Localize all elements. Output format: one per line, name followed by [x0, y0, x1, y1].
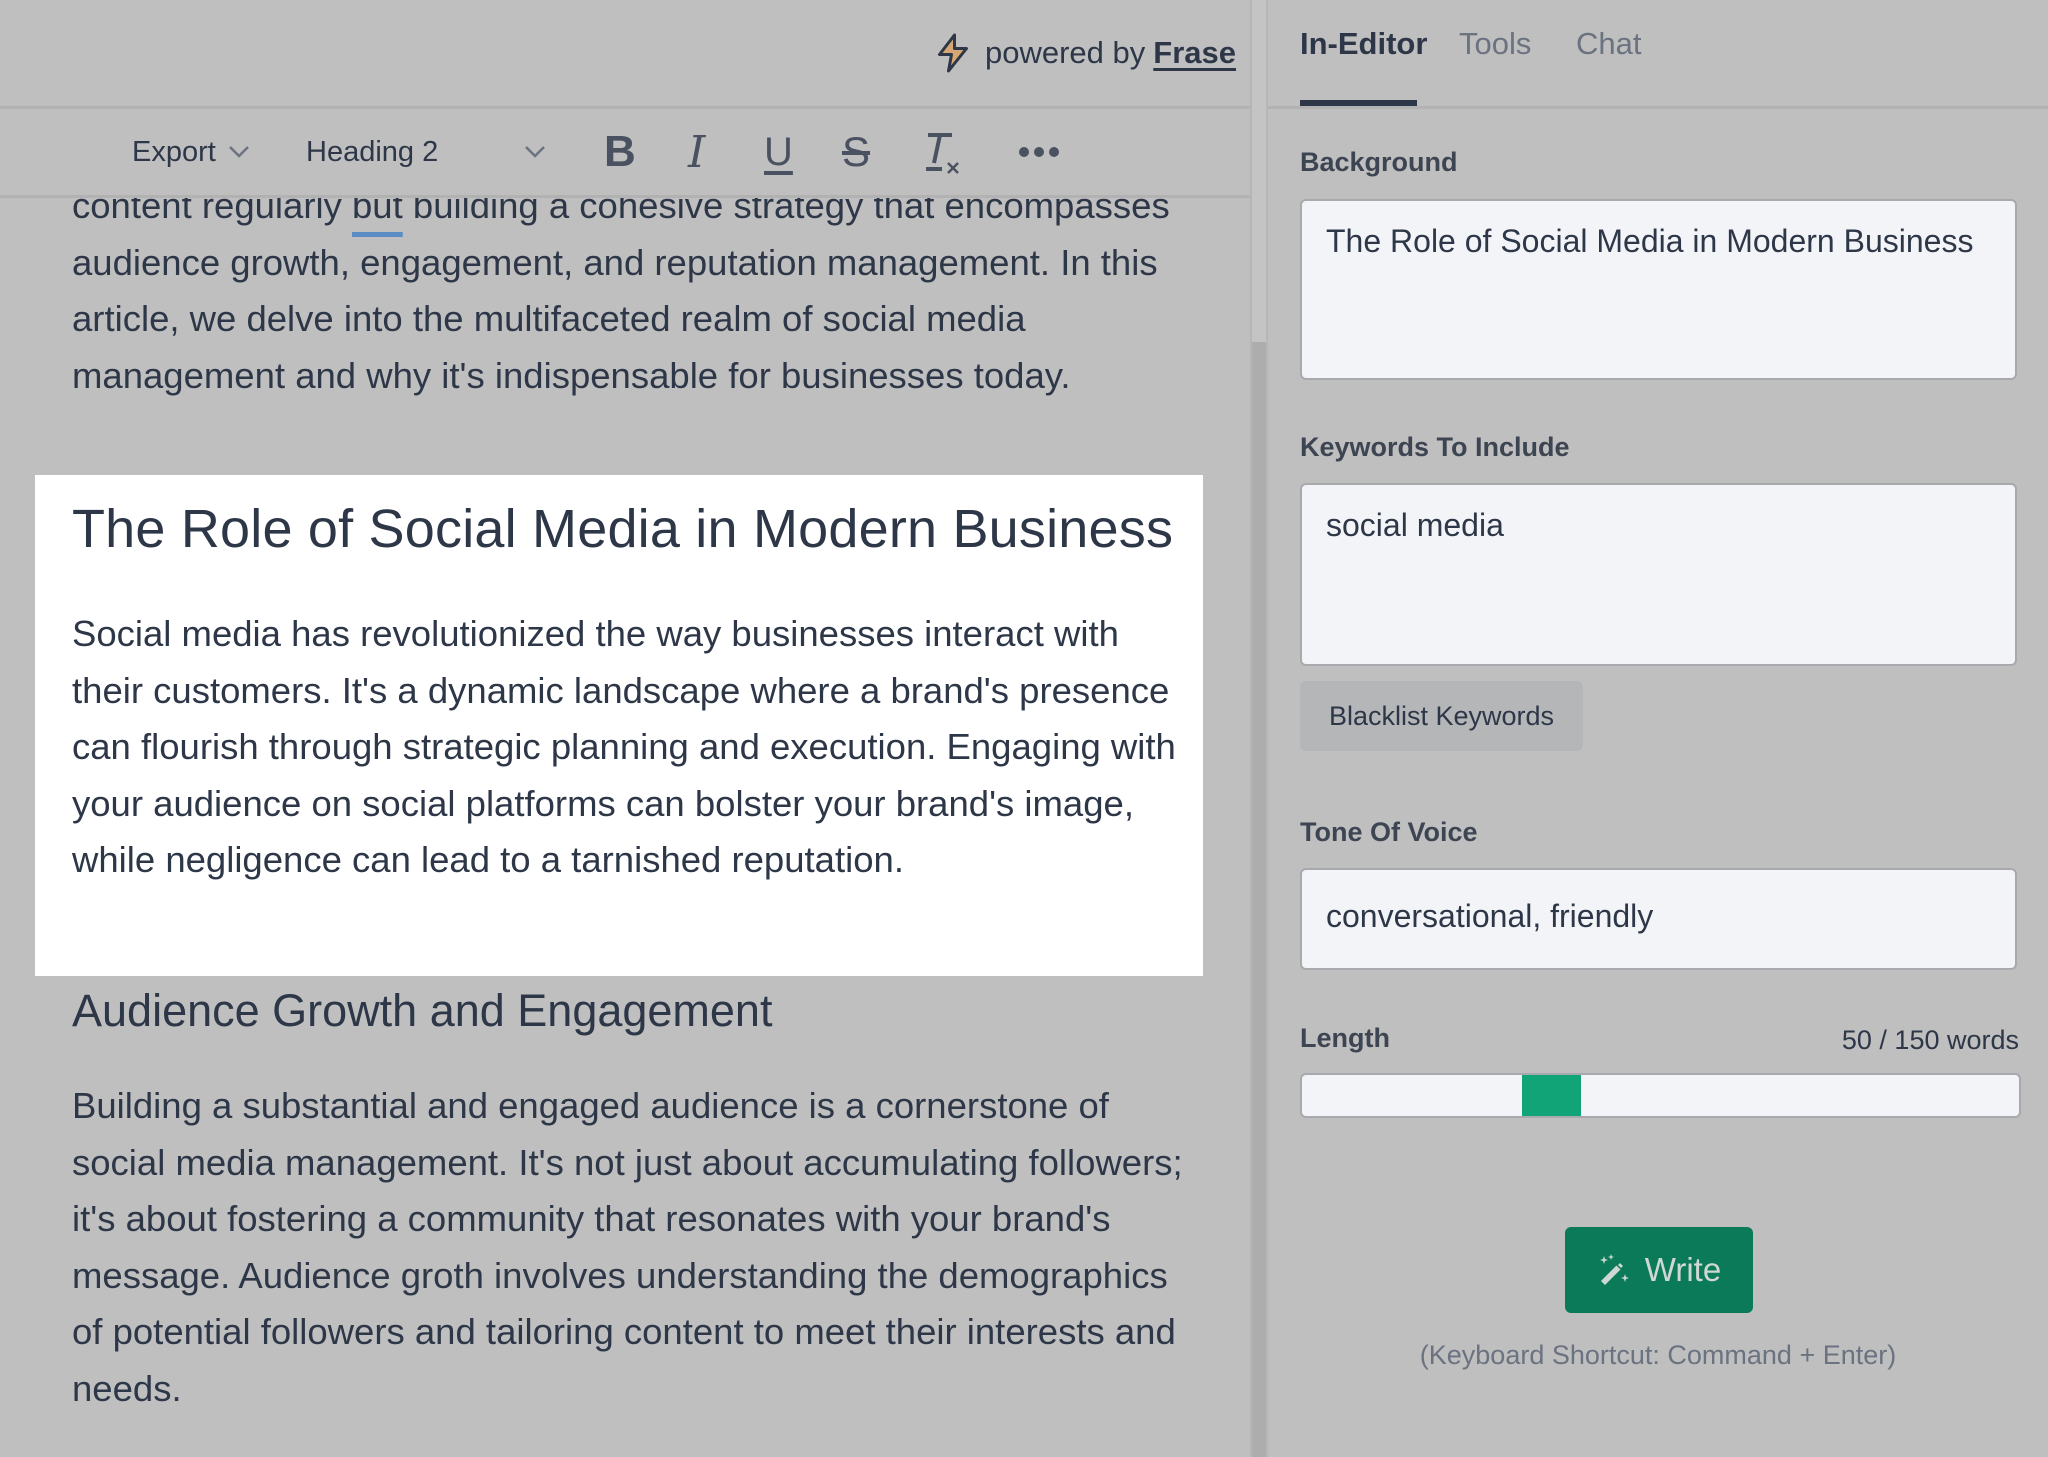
keyboard-shortcut-hint: (Keyboard Shortcut: Command + Enter) — [1419, 1340, 1897, 1370]
frase-link[interactable]: Frase — [1153, 35, 1236, 71]
bold-button[interactable]: B — [604, 109, 636, 195]
length-value: 50 / 150 words — [1841, 1025, 2019, 1055]
editor-scrollbar[interactable] — [1250, 0, 1268, 1457]
editor-header: powered by Frase — [0, 0, 1250, 109]
underline-button[interactable]: U — [764, 109, 793, 195]
section-paragraph-role-of-social-media[interactable]: Social media has revolutionized the way … — [72, 606, 1192, 889]
powered-by-frase: powered by Frase — [935, 30, 1236, 76]
strikethrough-icon: S — [842, 128, 871, 175]
more-dots-icon — [1019, 147, 1059, 157]
keywords-textarea[interactable]: social media — [1300, 483, 2017, 666]
strikethrough-button[interactable]: S — [842, 109, 870, 195]
tab-tools[interactable]: Tools — [1459, 26, 1531, 62]
section-heading-audience-growth[interactable]: Audience Growth and Engagement — [72, 985, 772, 1037]
intro-paragraph[interactable]: content regularly but building a cohesiv… — [72, 178, 1192, 404]
clear-formatting-icon — [926, 133, 959, 174]
tab-chat[interactable]: Chat — [1576, 26, 1641, 62]
tab-in-editor[interactable]: In-Editor — [1300, 26, 1427, 62]
section-heading-role-of-social-media[interactable]: The Role of Social Media in Modern Busin… — [72, 498, 1173, 560]
export-label: Export — [132, 135, 216, 168]
underline-icon: U — [764, 129, 793, 174]
background-textarea[interactable]: The Role of Social Media in Modern Busin… — [1300, 199, 2017, 380]
export-dropdown[interactable]: Export — [132, 109, 250, 195]
panel-tabs: In-Editor Tools Chat — [1268, 0, 2048, 109]
more-options-button[interactable] — [1018, 109, 1060, 195]
background-label: Background — [1300, 147, 1458, 177]
block-format-dropdown[interactable]: Heading 2 — [306, 109, 546, 195]
section-paragraph-audience-growth[interactable]: Building a substantial and engaged audie… — [72, 1078, 1192, 1418]
length-label: Length — [1300, 1023, 1390, 1053]
powered-by-text: powered by — [984, 35, 1146, 70]
active-tab-indicator — [1300, 100, 1417, 106]
editor-toolbar: Export Heading 2 B I U S — [0, 109, 1250, 198]
ai-writer-panel: In-Editor Tools Chat Background The Role… — [1268, 0, 2048, 1457]
editor-content[interactable]: content regularly but building a cohesiv… — [0, 0, 1250, 1457]
blacklist-keywords-button[interactable]: Blacklist Keywords — [1300, 681, 1583, 751]
block-format-value: Heading 2 — [306, 135, 439, 168]
write-button[interactable]: Write — [1565, 1227, 1753, 1313]
magic-wand-icon — [1599, 1254, 1629, 1285]
editor-pane: content regularly but building a cohesiv… — [0, 0, 1250, 1457]
tone-of-voice-input[interactable]: conversational, friendly — [1300, 868, 2017, 970]
chevron-down-icon — [525, 146, 545, 158]
chevron-down-icon — [228, 146, 249, 158]
write-label: Write — [1644, 1251, 1722, 1288]
italic-icon: I — [688, 126, 706, 178]
editor-scrollbar-thumb[interactable] — [1252, 342, 1266, 1457]
length-slider[interactable] — [1300, 1073, 2021, 1118]
lightning-bolt-icon — [937, 33, 968, 73]
bold-icon: B — [604, 127, 636, 176]
tone-of-voice-label: Tone Of Voice — [1300, 817, 1478, 847]
clear-formatting-button[interactable] — [922, 109, 962, 195]
italic-button[interactable]: I — [688, 109, 705, 195]
length-slider-thumb[interactable] — [1522, 1075, 1581, 1116]
keywords-label: Keywords To Include — [1300, 432, 1570, 462]
